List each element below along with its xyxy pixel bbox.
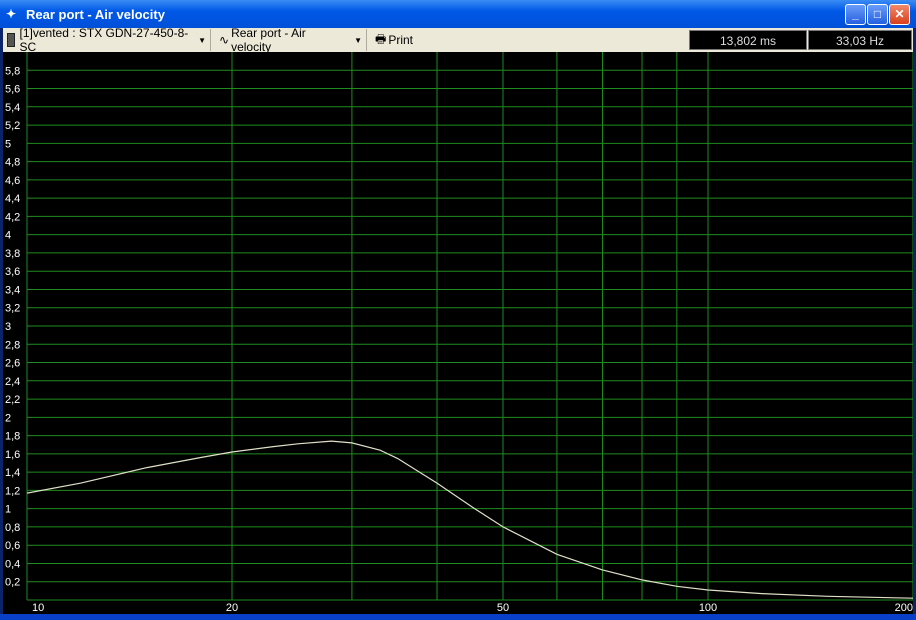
y-tick-label: 3,2 bbox=[5, 303, 20, 315]
chevron-down-icon: ▼ bbox=[198, 35, 206, 45]
y-tick-label: 3,4 bbox=[5, 284, 20, 296]
project-select[interactable]: [1]vented : STX GDN-27-450-8-SC ▼ bbox=[3, 26, 211, 54]
x-tick-label: 50 bbox=[497, 602, 509, 614]
y-tick-label: 3,8 bbox=[5, 248, 20, 260]
maximize-button[interactable]: □ bbox=[867, 4, 888, 25]
print-button[interactable]: 🖶 Print bbox=[367, 29, 417, 51]
y-tick-label: 2,4 bbox=[5, 376, 20, 388]
y-tick-label: 1,6 bbox=[5, 449, 20, 461]
title-bar[interactable]: ✦ Rear port - Air velocity _ □ ✕ bbox=[0, 0, 916, 28]
y-tick-label: 1,8 bbox=[5, 431, 20, 443]
project-label: [1]vented : STX GDN-27-450-8-SC bbox=[19, 26, 189, 54]
chevron-down-icon: ▼ bbox=[354, 35, 362, 45]
printer-icon: 🖶 bbox=[375, 31, 387, 46]
chart-area[interactable]: 0,2 0,4 0,6 0,8 1 1,2 1,4 1,6 1,8 2 2,2 2,4 2,6 2,8 3 3… bbox=[3, 52, 914, 614]
app-icon: ✦ bbox=[6, 7, 17, 21]
y-tick-label: 2,8 bbox=[5, 339, 20, 351]
y-tick-label: 5,6 bbox=[5, 84, 20, 96]
series-line-air-velocity bbox=[26, 440, 914, 599]
y-tick-label: 3,6 bbox=[5, 266, 20, 278]
window-border bbox=[0, 614, 916, 620]
close-button[interactable]: ✕ bbox=[889, 4, 910, 25]
air-velocity-chart: 0,2 0,4 0,6 0,8 1 1,2 1,4 1,6 1,8 2 2,2 2,4 2,6 2,8 3 3… bbox=[5, 52, 914, 614]
waveform-icon: ∿ bbox=[219, 33, 230, 47]
y-tick-label: 4,6 bbox=[5, 175, 20, 187]
x-tick-label: 100 bbox=[699, 602, 717, 614]
y-tick-label: 2 bbox=[5, 412, 11, 424]
y-tick-label: 5 bbox=[5, 138, 11, 150]
y-tick-label: 4 bbox=[5, 230, 11, 242]
y-tick-label: 1,2 bbox=[5, 485, 20, 497]
graph-label: Rear port - Air velocity bbox=[231, 26, 306, 54]
x-tick-label: 200 bbox=[895, 602, 913, 614]
print-label: Print bbox=[388, 33, 414, 47]
y-tick-label: 2,6 bbox=[5, 358, 20, 370]
y-tick-label: 5,2 bbox=[5, 120, 20, 132]
y-tick-label: 0,4 bbox=[5, 558, 20, 570]
y-tick-label: 0,8 bbox=[5, 522, 20, 534]
y-tick-label: 0,6 bbox=[5, 540, 20, 552]
y-tick-label: 0,2 bbox=[5, 577, 20, 589]
y-tick-label: 1 bbox=[5, 504, 11, 516]
x-tick-label: 10 bbox=[32, 602, 44, 614]
x-tick-label: 20 bbox=[226, 602, 238, 614]
y-tick-label: 5,8 bbox=[5, 65, 20, 77]
y-tick-label: 5,4 bbox=[5, 102, 20, 114]
project-icon bbox=[7, 33, 15, 47]
minimize-button[interactable]: _ bbox=[845, 4, 866, 25]
y-tick-label: 4,4 bbox=[5, 193, 20, 205]
time-readout: 13,802 ms bbox=[689, 30, 807, 50]
graph-select[interactable]: ∿ Rear port - Air velocity ▼ bbox=[211, 26, 367, 54]
window-title: Rear port - Air velocity bbox=[26, 6, 165, 22]
y-tick-label: 4,2 bbox=[5, 211, 20, 223]
y-tick-label: 1,4 bbox=[5, 467, 20, 479]
y-tick-label: 2,2 bbox=[5, 394, 20, 406]
y-tick-label: 4,8 bbox=[5, 157, 20, 169]
y-tick-label: 3 bbox=[5, 321, 11, 333]
frequency-readout: 33,03 Hz bbox=[808, 30, 912, 50]
